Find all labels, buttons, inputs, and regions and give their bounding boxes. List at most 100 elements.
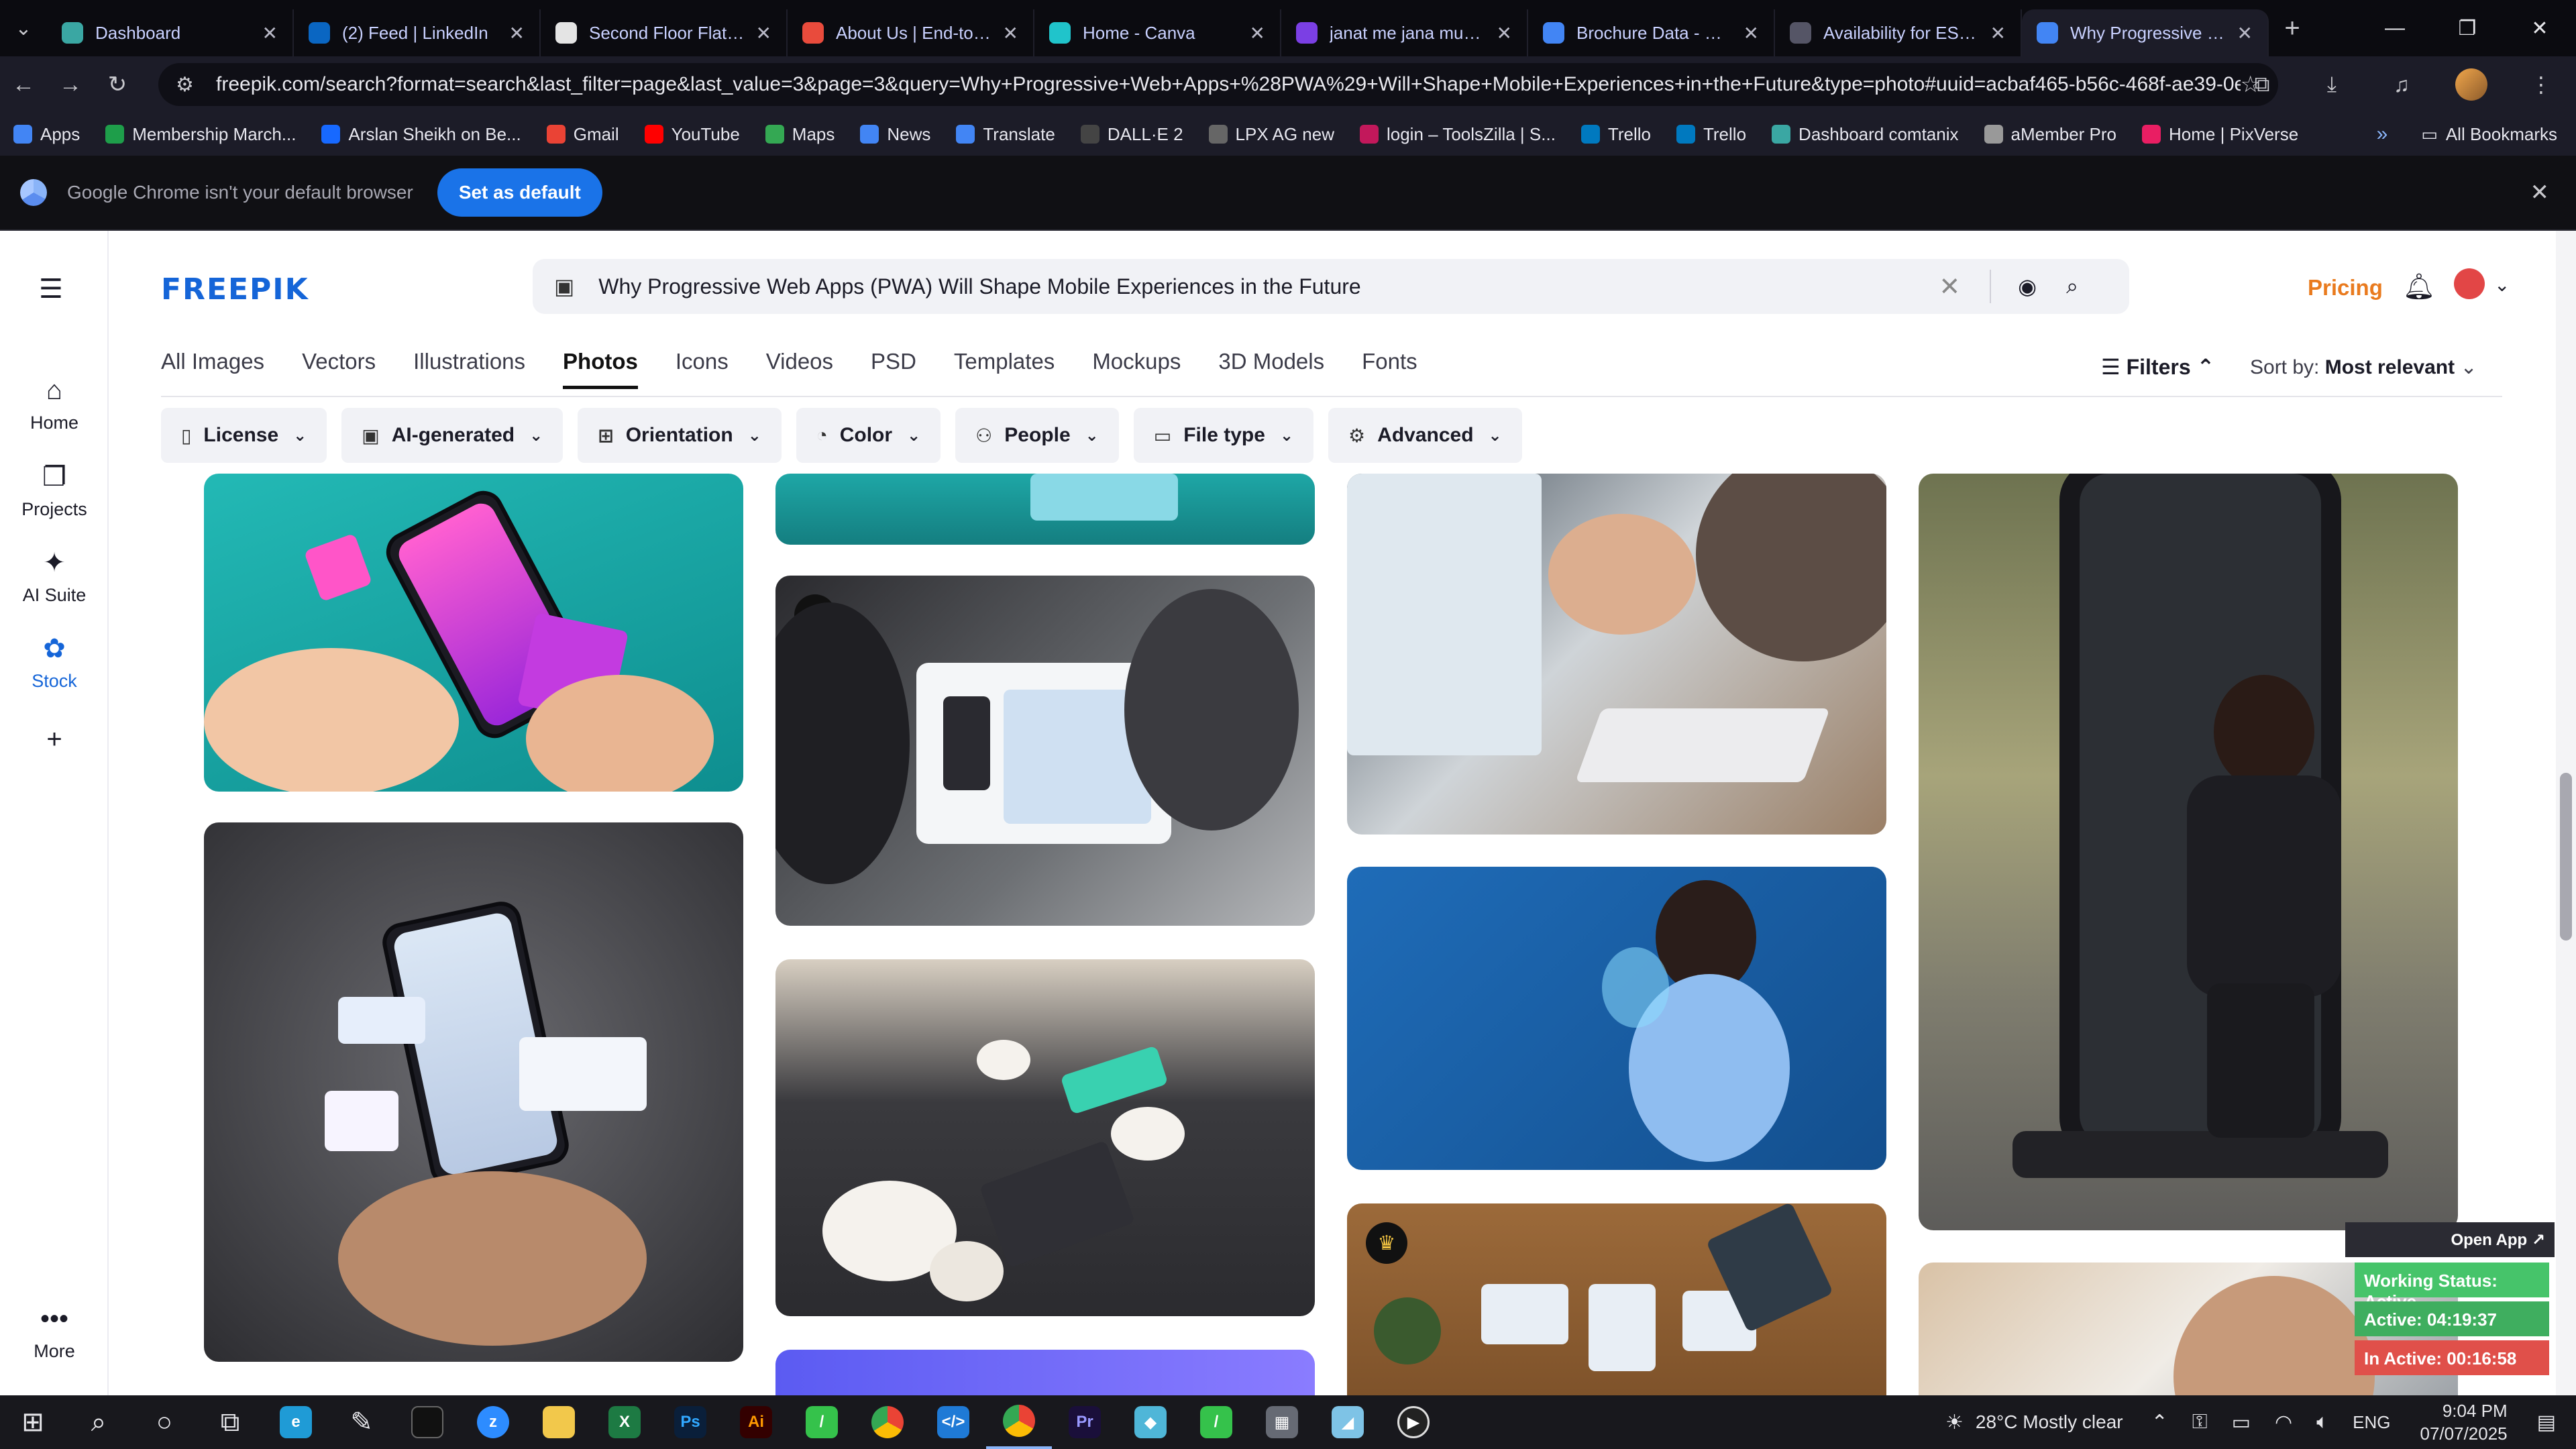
app-icon[interactable]: ◢ [1315,1395,1381,1449]
media-player-icon[interactable]: ▶ [1381,1395,1446,1449]
result-card-purple[interactable] [775,1350,1315,1395]
category-tab[interactable]: Icons [676,349,729,389]
sort-by-select[interactable]: Sort by: Most relevant ⌄ [2250,356,2477,379]
close-window-button[interactable]: ✕ [2504,0,2576,56]
result-card-woman-phone[interactable] [1347,867,1886,1170]
filter-chip[interactable]: ◔ Color ⌄ [796,408,941,463]
downloads-icon[interactable]: ⤓ [2297,72,2367,97]
green-app-icon[interactable]: / [789,1395,855,1449]
bookmark-item[interactable]: Arslan Sheikh on Be... [321,124,521,145]
chevron-down-icon[interactable]: ⌄ [2494,274,2510,296]
result-card-tablet-wireframe[interactable]: ♛ [775,576,1315,926]
category-tab[interactable]: 3D Models [1218,349,1324,389]
task-view-icon[interactable]: ⧉ [197,1395,263,1449]
rail-add-button[interactable]: + [0,724,109,761]
category-tab[interactable]: PSD [871,349,916,389]
premiere-icon[interactable]: Pr [1052,1395,1118,1449]
vscode-icon[interactable]: </> [920,1395,986,1449]
chrome-active-icon[interactable] [986,1395,1052,1449]
category-tab[interactable]: Vectors [302,349,376,389]
rail-item-projects[interactable]: ❐ Projects [0,462,109,520]
app-icon[interactable]: ◆ [1118,1395,1183,1449]
browser-tab[interactable]: (2) Feed | LinkedIn ✕ [294,9,541,56]
bookmark-item[interactable]: Trello [1580,124,1651,145]
category-tab[interactable]: Fonts [1362,349,1417,389]
category-tab[interactable]: All Images [161,349,264,389]
user-avatar[interactable] [2454,268,2485,299]
green-app-icon[interactable]: / [1183,1395,1249,1449]
chrome-icon[interactable] [855,1395,920,1449]
scrollbar-thumb[interactable] [2560,773,2572,941]
freepik-logo[interactable]: FREEPIK [161,272,309,307]
back-button[interactable]: ← [0,56,47,113]
filter-chip[interactable]: ▣ AI-generated ⌄ [341,408,564,463]
filter-chip[interactable]: ⊞ Orientation ⌄ [578,408,782,463]
result-card-teal-device[interactable] [775,474,1315,545]
bookmark-item[interactable]: News [860,124,930,145]
camera-search-icon[interactable]: ◉ [2018,274,2037,299]
close-tab-icon[interactable]: ✕ [1497,22,1512,44]
result-card-cafe-payment[interactable] [775,959,1315,1316]
close-tab-icon[interactable]: ✕ [509,22,525,44]
page-scrollbar[interactable] [2556,231,2576,1395]
pricing-link[interactable]: Pricing [2308,275,2383,301]
calculator-icon[interactable]: ▦ [1249,1395,1315,1449]
illustrator-icon[interactable]: Ai [723,1395,789,1449]
network-icon[interactable]: ▭ [2232,1411,2251,1434]
set-default-button[interactable]: Set as default [437,168,602,217]
filters-toggle[interactable]: ☰ Filters ⌃ [2101,354,2214,380]
browser-tab[interactable]: Why Progressive We ✕ [2022,9,2269,56]
bookmark-item[interactable]: Trello [1676,124,1746,145]
more-bookmarks-icon[interactable]: » [2377,123,2388,146]
zoom-icon[interactable]: z [460,1395,526,1449]
category-tab[interactable]: Mockups [1092,349,1181,389]
hamburger-menu-icon[interactable]: ☰ [39,274,63,305]
category-tab[interactable]: Illustrations [413,349,525,389]
photoshop-icon[interactable]: Ps [657,1395,723,1449]
edge-icon[interactable]: e [263,1395,329,1449]
category-tab[interactable]: Videos [766,349,833,389]
filter-chip[interactable]: ▯ License ⌄ [161,408,327,463]
bookmark-item[interactable]: Dashboard comtanix [1772,124,1959,145]
bookmark-item[interactable]: Home | PixVerse [2142,124,2298,145]
rail-item-home[interactable]: ⌂ Home [0,376,109,433]
search-icon[interactable]: ⌕ [2066,274,2078,299]
reload-button[interactable]: ↻ [94,56,141,113]
bookmark-item[interactable]: aMember Pro [1984,124,2116,145]
rail-item-ai-suite[interactable]: ✦ AI Suite [0,547,109,606]
tab-search-chevron-icon[interactable]: ⌄ [0,0,47,56]
all-bookmarks-link[interactable]: All Bookmarks [2446,124,2557,145]
rail-item-stock[interactable]: ✿ Stock [0,633,109,692]
search-icon[interactable]: ⌕ [66,1395,131,1449]
bookmark-item[interactable]: Apps [13,124,80,145]
browser-tab[interactable]: Dashboard ✕ [47,9,294,56]
bookmark-item[interactable]: Maps [765,124,835,145]
browser-tab[interactable]: Brochure Data - Goo ✕ [1528,9,1775,56]
bookmark-item[interactable]: Membership March... [105,124,296,145]
result-card-hands-app-ui[interactable] [204,822,743,1362]
browser-tab[interactable]: About Us | End-to-En ✕ [788,9,1034,56]
bookmark-item[interactable]: Translate [956,124,1055,145]
bookmark-item[interactable]: DALL·E 2 [1080,124,1183,145]
rail-item-more[interactable]: ••• More [0,1304,109,1362]
bookmark-item[interactable]: login – ToolsZilla | S... [1359,124,1556,145]
language-indicator[interactable]: ENG [2353,1412,2390,1433]
cortana-icon[interactable]: ○ [131,1395,197,1449]
bookmark-item[interactable]: Gmail [546,124,619,145]
security-icon[interactable]: ⚿ [2192,1411,2208,1434]
pen-tool-icon[interactable]: ✎ [329,1395,394,1449]
restore-button[interactable]: ❐ [2431,0,2504,56]
close-tab-icon[interactable]: ✕ [756,22,771,44]
open-app-button[interactable]: Open App ↗ [2345,1222,2555,1257]
profile-avatar[interactable] [2455,68,2487,101]
close-tab-icon[interactable]: ✕ [1003,22,1018,44]
result-card-3d-businessman-phone[interactable] [1919,474,2458,1230]
result-card-ux-phone[interactable] [204,474,743,792]
excel-icon[interactable]: X [592,1395,657,1449]
terminal-icon[interactable] [394,1395,460,1449]
clear-search-icon[interactable]: ✕ [1939,272,1960,302]
weather-text[interactable]: 28°C Mostly clear [1976,1411,2123,1433]
volume-icon[interactable]: 🔈︎ [2316,1411,2328,1434]
category-tab[interactable]: Templates [954,349,1055,389]
browser-tab[interactable]: Second Floor Flat For ✕ [541,9,788,56]
